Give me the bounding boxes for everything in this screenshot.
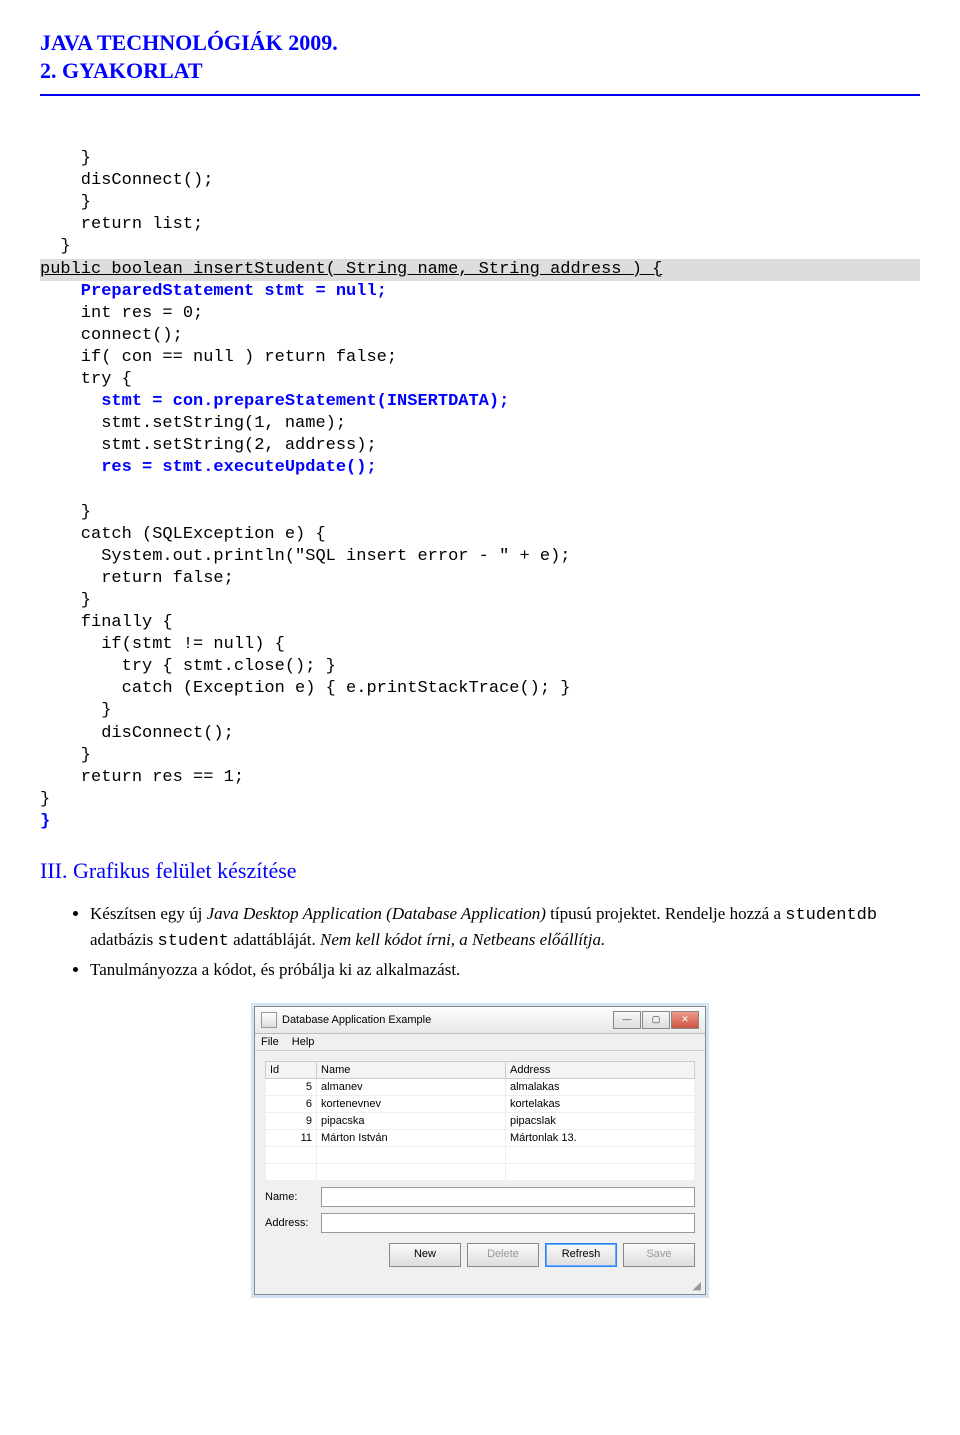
text-mono: studentdb <box>785 906 877 925</box>
cell-address: kortelakas <box>505 1096 694 1113</box>
text: adattábláját. <box>229 930 320 949</box>
text-italic: Nem kell kódot írni, a Netbeans előállít… <box>320 930 605 949</box>
code-line: } <box>40 149 91 168</box>
code-line: try { <box>40 370 132 389</box>
code-line: stmt.setString(1, name); <box>40 414 346 433</box>
menubar: File Help <box>255 1034 705 1051</box>
code-line: catch (SQLException e) { <box>40 525 326 544</box>
code-line: if(stmt != null) { <box>40 635 285 654</box>
col-name[interactable]: Name <box>317 1062 506 1079</box>
cell-id: 9 <box>266 1113 317 1130</box>
form-row-address: Address: <box>265 1213 695 1233</box>
table-row[interactable]: 9 pipacska pipacslak <box>266 1113 695 1130</box>
cell-name: pipacska <box>317 1113 506 1130</box>
code-line: } <box>40 591 91 610</box>
menu-file[interactable]: File <box>261 1036 279 1048</box>
code-line: int res = 0; <box>40 304 203 323</box>
resize-grip-icon[interactable]: ◢ <box>255 1277 705 1294</box>
doc-subtitle: 2. GYAKORLAT <box>40 58 920 84</box>
code-line: } <box>40 193 91 212</box>
code-line: return res == 1; <box>40 768 244 787</box>
cell-name: kortenevnev <box>317 1096 506 1113</box>
text: típusú projektet. Rendelje hozzá a <box>546 904 785 923</box>
window-title: Database Application Example <box>282 1014 431 1026</box>
table-row[interactable]: 6 kortenevnev kortelakas <box>266 1096 695 1113</box>
code-line: disConnect(); <box>40 724 234 743</box>
code-line: catch (Exception e) { e.printStackTrace(… <box>40 679 571 698</box>
table-row[interactable]: 11 Márton István Mártonlak 13. <box>266 1130 695 1147</box>
table-row[interactable] <box>266 1164 695 1181</box>
header-rule <box>40 94 920 96</box>
delete-button[interactable]: Delete <box>467 1243 539 1267</box>
table-row[interactable] <box>266 1147 695 1164</box>
code-line-highlight: public boolean insertStudent( String nam… <box>40 259 920 281</box>
app-window: Database Application Example — ▢ ✕ File … <box>254 1006 706 1295</box>
cell-name: Márton István <box>317 1130 506 1147</box>
label-name: Name: <box>265 1191 315 1203</box>
input-address[interactable] <box>321 1213 695 1233</box>
instruction-item: Készítsen egy új Java Desktop Applicatio… <box>90 902 920 954</box>
col-address[interactable]: Address <box>505 1062 694 1079</box>
text: adatbázis <box>90 930 158 949</box>
code-line: finally { <box>40 613 173 632</box>
text: Készítsen egy új <box>90 904 207 923</box>
cell-id: 6 <box>266 1096 317 1113</box>
code-line: if( con == null ) return false; <box>40 348 397 367</box>
button-row: New Delete Refresh Save <box>265 1243 695 1267</box>
code-line: } <box>40 790 50 809</box>
cell-address: Mártonlak 13. <box>505 1130 694 1147</box>
close-button[interactable]: ✕ <box>671 1011 699 1029</box>
col-id[interactable]: Id <box>266 1062 317 1079</box>
data-table[interactable]: Id Name Address 5 almanev almalakas 6 ko… <box>265 1061 695 1181</box>
cell-address: pipacslak <box>505 1113 694 1130</box>
screenshot-container: Database Application Example — ▢ ✕ File … <box>40 1006 920 1295</box>
minimize-button[interactable]: — <box>613 1011 641 1029</box>
instruction-item: Tanulmányozza a kódot, és próbálja ki az… <box>90 958 920 982</box>
code-line: return list; <box>40 215 203 234</box>
code-block: } disConnect(); } return list; } public … <box>40 126 920 833</box>
code-line: stmt = con.prepareStatement(INSERTDATA); <box>40 392 509 411</box>
menu-help[interactable]: Help <box>292 1036 315 1048</box>
code-line: return false; <box>40 569 234 588</box>
window-titlebar: Database Application Example — ▢ ✕ <box>255 1007 705 1034</box>
code-line: try { stmt.close(); } <box>40 657 336 676</box>
code-line: System.out.println("SQL insert error - "… <box>40 547 571 566</box>
table-row[interactable]: 5 almanev almalakas <box>266 1079 695 1096</box>
code-line: disConnect(); <box>40 171 213 190</box>
code-line: res = stmt.executeUpdate(); <box>40 458 377 477</box>
instruction-list: Készítsen egy új Java Desktop Applicatio… <box>40 902 920 981</box>
table-header-row: Id Name Address <box>266 1062 695 1079</box>
code-line: } <box>40 812 50 831</box>
dialog-body: Id Name Address 5 almanev almalakas 6 ko… <box>255 1051 705 1277</box>
input-name[interactable] <box>321 1187 695 1207</box>
save-button[interactable]: Save <box>623 1243 695 1267</box>
refresh-button[interactable]: Refresh <box>545 1243 617 1267</box>
code-line: stmt.setString(2, address); <box>40 436 377 455</box>
code-line: } <box>40 503 91 522</box>
cell-name: almanev <box>317 1079 506 1096</box>
code-line: } <box>40 237 71 256</box>
cell-id: 5 <box>266 1079 317 1096</box>
text-mono: student <box>158 932 229 951</box>
text-italic: Java Desktop Application (Database Appli… <box>207 904 546 923</box>
code-line: PreparedStatement stmt = null; <box>40 282 387 301</box>
cell-address: almalakas <box>505 1079 694 1096</box>
cell-id: 11 <box>266 1130 317 1147</box>
code-line: connect(); <box>40 326 183 345</box>
form-row-name: Name: <box>265 1187 695 1207</box>
code-line: } <box>40 746 91 765</box>
new-button[interactable]: New <box>389 1243 461 1267</box>
code-line: } <box>40 701 111 720</box>
label-address: Address: <box>265 1217 315 1229</box>
section-3-heading: III. Grafikus felület készítése <box>40 858 920 884</box>
java-icon <box>261 1012 277 1028</box>
maximize-button[interactable]: ▢ <box>642 1011 670 1029</box>
doc-title: JAVA TECHNOLÓGIÁK 2009. <box>40 30 920 56</box>
